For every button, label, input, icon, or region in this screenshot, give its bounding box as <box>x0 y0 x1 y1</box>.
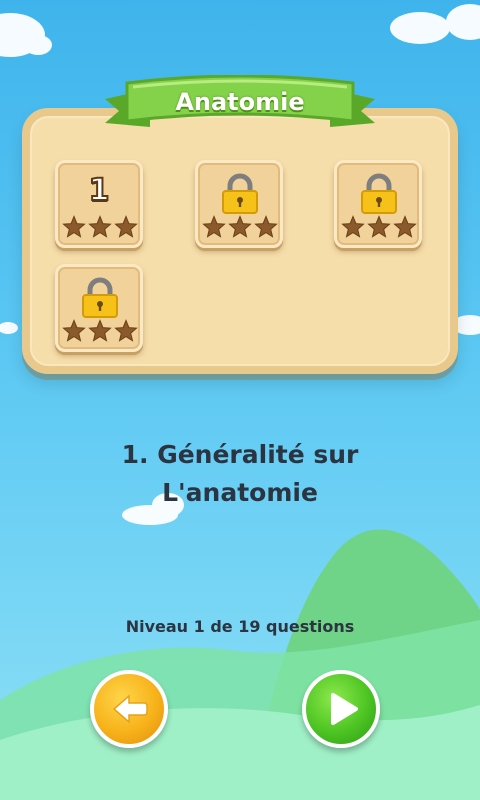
star-rating <box>202 215 278 239</box>
level-question-count: Niveau 1 de 19 questions <box>125 617 355 636</box>
star-icon <box>114 319 138 342</box>
star-icon <box>88 319 112 342</box>
back-button[interactable] <box>90 670 168 748</box>
star-icon <box>341 215 365 238</box>
level-title: 1. Généralité sur L'anatomie <box>40 436 440 512</box>
star-icon <box>393 215 417 238</box>
star-rating <box>62 319 138 343</box>
star-icon <box>254 215 278 238</box>
level-number: 1 <box>88 172 111 209</box>
lock-icon <box>361 173 397 214</box>
arrow-left-icon <box>112 694 148 724</box>
star-icon <box>228 215 252 238</box>
lock-icon <box>82 277 118 318</box>
level-tile-2-locked[interactable] <box>195 160 283 248</box>
star-icon <box>62 215 86 238</box>
lock-icon <box>222 173 258 214</box>
play-icon <box>331 693 358 725</box>
game-screen: Anatomie 1 1. Généralité sur L'anatomie … <box>0 0 480 800</box>
star-icon <box>367 215 391 238</box>
star-icon <box>62 319 86 342</box>
star-icon <box>202 215 226 238</box>
star-icon <box>88 215 112 238</box>
level-tile-4-locked[interactable] <box>55 264 143 352</box>
star-icon <box>114 215 138 238</box>
page-title: Anatomie <box>175 88 305 116</box>
star-rating <box>62 215 138 239</box>
level-tile-1[interactable]: 1 <box>55 160 143 248</box>
next-button[interactable] <box>302 670 380 748</box>
level-title-line2: L'anatomie <box>162 478 318 507</box>
level-title-line1: 1. Généralité sur <box>121 440 359 469</box>
star-rating <box>341 215 417 239</box>
level-tile-3-locked[interactable] <box>334 160 422 248</box>
